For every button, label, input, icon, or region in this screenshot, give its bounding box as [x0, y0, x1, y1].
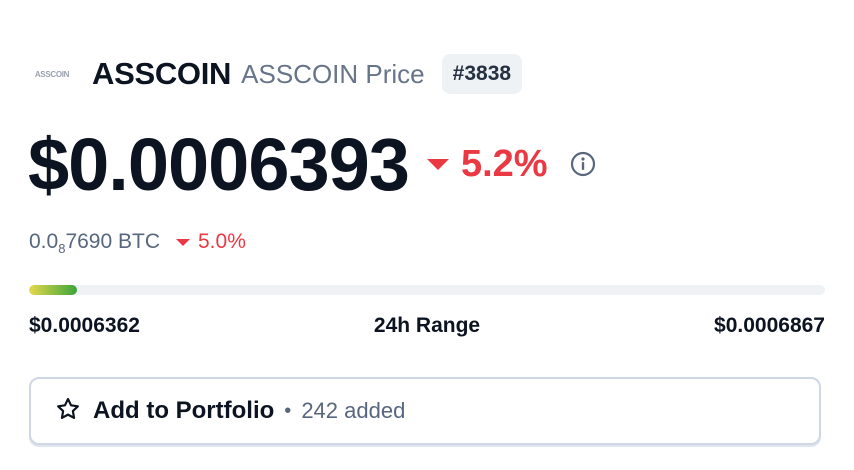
btc-price-row: 0.087690 BTC 5.0% — [29, 230, 246, 256]
range-high: $0.0006867 — [714, 314, 825, 337]
price-row: $0.0006393 5.2% — [28, 122, 596, 206]
star-outline-icon — [55, 396, 81, 427]
btc-change: 5.0% — [176, 230, 246, 254]
add-to-portfolio-button[interactable]: Add to Portfolio • 242 added — [29, 377, 821, 445]
range-bar — [29, 285, 825, 295]
price-change-value: 5.2% — [460, 142, 548, 185]
caret-down-icon — [176, 238, 190, 246]
coin-name: ASSCOIN — [92, 56, 232, 91]
portfolio-added-count: 242 added — [301, 398, 406, 423]
separator-dot: • — [284, 399, 292, 422]
current-price: $0.0006393 — [28, 122, 410, 206]
range-bar-fill — [29, 285, 77, 295]
range-low: $0.0006362 — [29, 314, 140, 337]
info-icon[interactable] — [570, 151, 596, 177]
price-change-24h: 5.2% — [426, 142, 548, 186]
coin-logo: ASSCOIN — [34, 69, 70, 79]
rank-badge: #3838 — [441, 54, 523, 94]
range-label: 24h Range — [373, 314, 481, 337]
portfolio-label: Add to Portfolio — [93, 397, 275, 424]
caret-down-icon — [426, 158, 449, 170]
btc-change-value: 5.0% — [198, 230, 246, 253]
btc-price: 0.087690 BTC — [29, 230, 160, 256]
coin-price-subtitle: ASSCOIN Price — [241, 58, 425, 89]
coin-header: ASSCOIN ASSCOIN ASSCOIN Price #3838 — [30, 52, 523, 96]
range-labels: $0.0006362 24h Range $0.0006867 — [29, 314, 825, 338]
